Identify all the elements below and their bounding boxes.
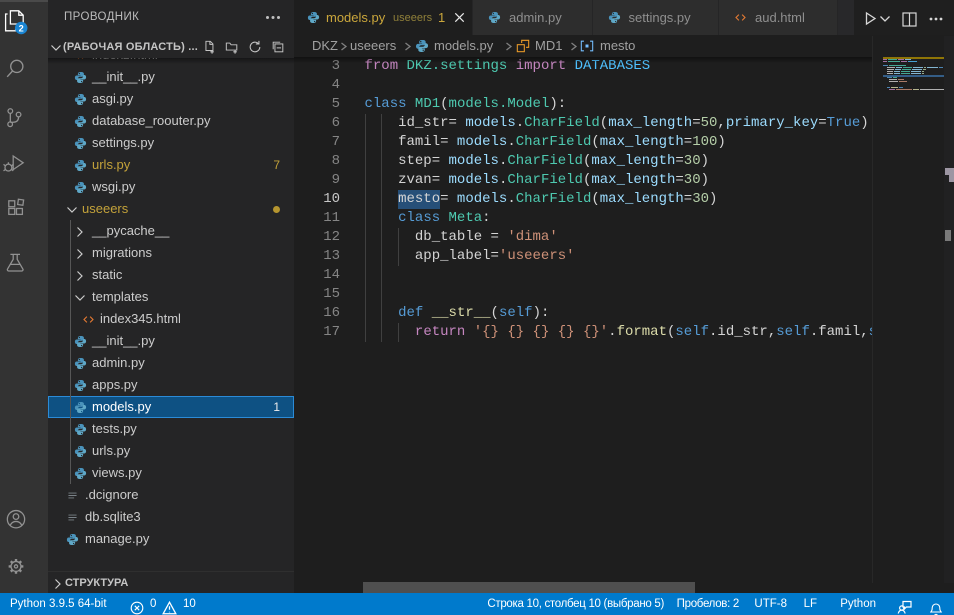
svg-text:2: 2 <box>19 23 24 33</box>
